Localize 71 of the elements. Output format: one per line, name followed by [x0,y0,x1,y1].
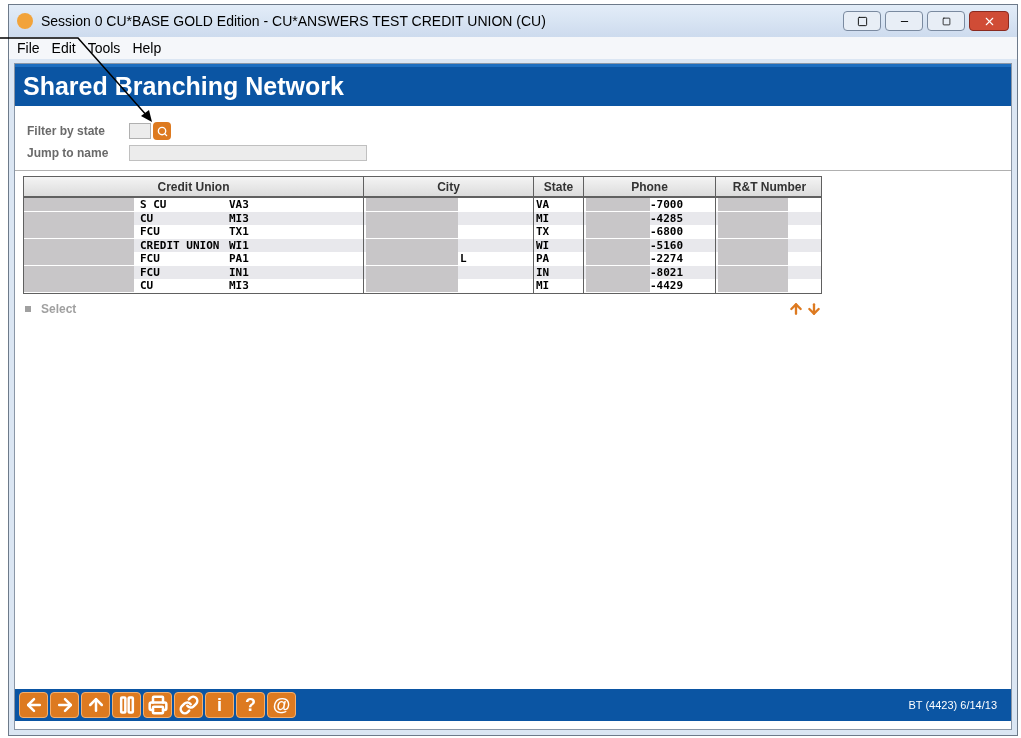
table-cell: TX [536,225,550,238]
column-header[interactable]: R&T Number [716,177,823,196]
table-cell: PA1 [229,252,249,266]
table-cell: VA3 [229,198,249,212]
table-cell: -8021 [650,265,684,279]
up-arrow-button[interactable] [81,692,110,718]
field-label: Filter by state [27,123,107,140]
window-icon [856,15,868,27]
redaction-block [586,225,650,239]
table-cell: FCU [140,265,160,279]
close-button[interactable] [969,11,1009,31]
table-cell: -2274 [650,252,684,266]
column-header[interactable]: State [534,177,584,196]
link-icon [178,695,199,715]
column-header[interactable]: Phone [584,177,716,196]
pause-button[interactable] [112,692,141,718]
table-cell: S CU [140,198,167,212]
table-cell: -6800 [650,225,684,239]
column-header[interactable]: Credit Union [24,177,364,196]
app-logo-icon [17,13,33,29]
table-cell: PA [536,252,550,265]
table-cell: CREDIT UNION [140,238,220,252]
restore-session-button[interactable] [843,11,881,31]
table-cell: -5160 [650,238,684,252]
table-cell: CU [140,211,154,225]
field-label: Jump to name [27,145,110,162]
menu-item[interactable]: Tools [87,37,121,59]
forward-arrow-button[interactable] [50,692,79,718]
redaction-block [586,279,650,293]
redaction-block [718,252,788,266]
menu-item[interactable]: File [17,37,40,59]
redaction-block [586,198,650,212]
table-cell: -4429 [650,279,684,293]
menu-item[interactable]: Help [132,37,162,59]
maximize-icon [941,16,951,26]
redaction-block [718,198,788,212]
table-cell: MI [536,211,550,225]
redaction-block [718,225,788,239]
column-header[interactable]: City [364,177,534,196]
table-cell-text: L [459,252,467,266]
menu-item[interactable]: Edit [51,37,76,59]
link-button[interactable] [174,692,203,718]
status-text: BT (4423) 6/14/13 [908,697,997,713]
table-cell: MI3 [229,279,249,293]
table-cell: VA [536,198,550,211]
table-cell: MI [536,279,550,292]
scroll-up-icon[interactable] [788,300,804,317]
table-cell: MI3 [229,211,249,225]
table-cell: FCU [140,252,160,266]
printer-icon [147,695,168,715]
search-icon [156,125,168,137]
table-cell: FCU [140,225,160,239]
table-cell: IN [536,265,550,279]
table-cell: -7000 [650,198,684,212]
table-cell: WI1 [229,238,249,252]
table-cell: IN1 [229,265,249,279]
back-arrow-button[interactable] [19,692,48,718]
table-cell: TX1 [229,225,249,239]
scroll-down-icon[interactable] [806,300,822,317]
redaction-block [586,252,650,266]
redaction-block [718,279,788,293]
search-button[interactable] [153,122,171,140]
window-title: Session 0 CU*BASE GOLD Edition - CU*ANSWERS TEST CREDIT UNION (CU) [41,11,546,31]
name-field[interactable] [129,145,367,161]
printer-button[interactable] [143,692,172,718]
table-cell: WI [536,238,550,252]
bullet-icon [25,305,31,312]
state-field[interactable] [129,123,151,139]
table-cell: CU [140,279,154,293]
table-cell: -4285 [650,211,684,225]
maximize-button[interactable] [927,11,965,31]
